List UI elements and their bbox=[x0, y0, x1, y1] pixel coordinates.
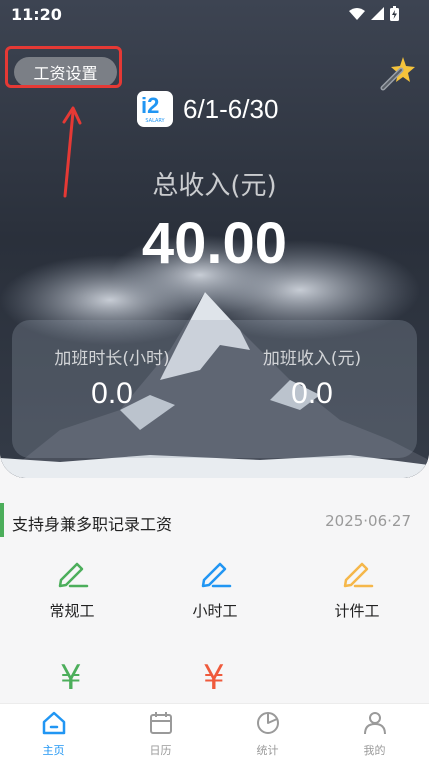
app-logo-icon: i2 SALARY bbox=[137, 91, 173, 127]
battery-icon bbox=[390, 6, 399, 21]
tab-profile[interactable]: 我的 bbox=[321, 710, 428, 758]
total-income-value: 40.00 bbox=[141, 211, 288, 276]
yen-icon[interactable]: ¥ bbox=[60, 661, 82, 695]
date-row[interactable]: i2 SALARY 6/1-6/30 bbox=[137, 91, 278, 127]
overtime-income-label: 加班收入(元) bbox=[262, 349, 362, 369]
pie-chart-icon bbox=[256, 712, 279, 734]
bottom-tab-bar: 主页 日历 统计 我的 bbox=[0, 703, 429, 764]
overtime-income: 加班收入(元) 0.0 bbox=[212, 344, 412, 411]
wifi-icon bbox=[349, 7, 365, 20]
tab-label: 日历 bbox=[149, 744, 172, 757]
tab-label: 主页 bbox=[42, 744, 65, 757]
home-icon bbox=[42, 711, 65, 735]
work-type-label: 计件工 bbox=[334, 602, 380, 620]
tab-label: 统计 bbox=[256, 744, 279, 757]
signal-icon bbox=[371, 7, 384, 20]
profile-icon bbox=[363, 712, 386, 735]
calendar-icon bbox=[149, 712, 172, 734]
pencil-icon bbox=[58, 562, 89, 588]
magic-wand-icon[interactable] bbox=[379, 55, 417, 91]
yen-icon[interactable]: ¥ bbox=[203, 661, 225, 695]
hero-banner: 11:20 工资设置 i2 SALARY 6/1-6/30 总收入(元) 40.… bbox=[0, 0, 429, 478]
pencil-icon bbox=[343, 562, 374, 588]
pencil-icon bbox=[201, 562, 232, 588]
status-time: 11:20 bbox=[11, 5, 62, 24]
overtime-panel: 加班时长(小时) 0.0 加班收入(元) 0.0 bbox=[12, 320, 417, 458]
overtime-hours-value: 0.0 bbox=[91, 377, 133, 410]
tab-calendar[interactable]: 日历 bbox=[107, 710, 214, 758]
status-icons bbox=[349, 6, 399, 21]
section-header: 支持身兼多职记录工资 2025·06·27 bbox=[0, 503, 429, 537]
overtime-hours-label: 加班时长(小时) bbox=[54, 349, 170, 369]
total-income-label: 总收入(元) bbox=[152, 171, 277, 201]
work-type-hourly[interactable]: 小时工 bbox=[160, 556, 270, 621]
tab-home[interactable]: 主页 bbox=[0, 710, 107, 758]
tab-label: 我的 bbox=[363, 744, 386, 757]
work-type-label: 常规工 bbox=[49, 602, 95, 620]
status-bar: 11:20 bbox=[0, 0, 429, 30]
section-title: 支持身兼多职记录工资 bbox=[12, 515, 173, 534]
highlight-box bbox=[5, 46, 122, 88]
work-type-piecework[interactable]: 计件工 bbox=[302, 556, 412, 621]
overtime-income-value: 0.0 bbox=[291, 377, 333, 410]
tab-statistics[interactable]: 统计 bbox=[214, 710, 321, 758]
overtime-hours: 加班时长(小时) 0.0 bbox=[12, 344, 212, 411]
section-accent-bar bbox=[0, 503, 4, 537]
work-type-regular[interactable]: 常规工 bbox=[17, 556, 127, 621]
work-type-label: 小时工 bbox=[192, 602, 238, 620]
section-date: 2025·06·27 bbox=[325, 512, 411, 530]
date-range[interactable]: 6/1-6/30 bbox=[183, 94, 278, 125]
